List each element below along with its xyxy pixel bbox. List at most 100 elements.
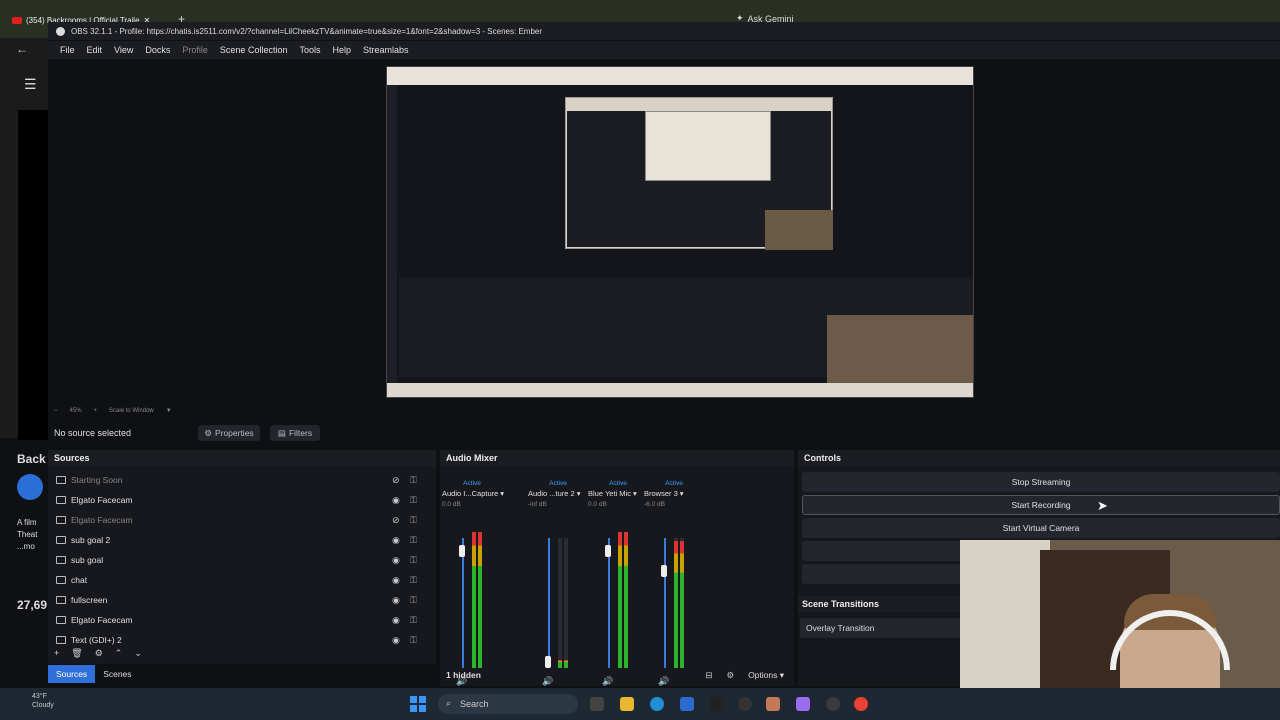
visibility-eye-icon[interactable]: ◉: [392, 575, 400, 586]
file-explorer-icon[interactable]: [620, 697, 634, 711]
visibility-eye-icon[interactable]: ◉: [392, 535, 400, 546]
chevron-down-icon[interactable]: ▼: [166, 408, 172, 414]
add-icon[interactable]: +: [54, 648, 59, 658]
visibility-eye-icon[interactable]: ◉: [392, 595, 400, 606]
level-meter: [558, 538, 562, 668]
lock-icon[interactable]: ⚿: [410, 535, 417, 546]
menu-docks[interactable]: Docks: [139, 45, 176, 55]
trash-icon[interactable]: 🗑: [71, 648, 82, 659]
move-down-icon[interactable]: ⌄: [134, 648, 142, 659]
source-item[interactable]: fullscreen ◉ ⚿: [48, 590, 436, 610]
app-icon-4[interactable]: [826, 697, 840, 711]
page-text: Theat: [17, 530, 38, 539]
menu-help[interactable]: Help: [326, 45, 357, 55]
zoom-minus[interactable]: −: [54, 408, 58, 414]
menu-view[interactable]: View: [108, 45, 139, 55]
volume-fader[interactable]: [608, 538, 610, 668]
mouse-cursor-icon: ➤: [1097, 498, 1108, 513]
zoom-plus[interactable]: +: [94, 408, 98, 414]
visibility-eye-icon[interactable]: ◉: [392, 495, 400, 506]
task-view-icon[interactable]: [590, 697, 604, 711]
level-meter-fill: [478, 531, 482, 668]
page-video-strip: [18, 110, 48, 440]
app-icon-3[interactable]: [796, 697, 810, 711]
gear-icon[interactable]: ⚙: [95, 648, 103, 659]
windows-start-icon[interactable]: [410, 696, 426, 712]
volume-fader[interactable]: [664, 538, 666, 668]
lock-icon[interactable]: ⚿: [410, 595, 417, 606]
lock-icon[interactable]: ⚿: [410, 615, 417, 626]
mixer-settings-icon[interactable]: ⚙: [726, 670, 734, 681]
tab-sources[interactable]: Sources: [48, 665, 96, 683]
source-item[interactable]: sub goal 2 ◉ ⚿: [48, 530, 436, 550]
lock-icon[interactable]: ⚿: [410, 575, 417, 586]
visibility-eye-icon[interactable]: ⊘: [392, 515, 400, 526]
menu-scene-collection[interactable]: Scene Collection: [214, 45, 294, 55]
channel-name[interactable]: Audio I...Capture ▾: [442, 489, 514, 498]
menu-streamlabs[interactable]: Streamlabs: [357, 45, 415, 55]
hidden-count[interactable]: 1 hidden: [440, 670, 481, 680]
lock-icon[interactable]: ⚿: [410, 515, 417, 526]
menu-profile[interactable]: Profile: [176, 45, 214, 55]
properties-button[interactable]: ⚙ Properties: [198, 425, 260, 441]
channel-name[interactable]: Browser 3 ▾: [644, 489, 716, 498]
menu-file[interactable]: File: [54, 45, 81, 55]
start-recording-button[interactable]: Start Recording: [802, 495, 1280, 515]
gear-icon: ⚙: [204, 427, 212, 438]
chevron-down-icon: ▾: [679, 489, 684, 498]
preview-taskbar: [387, 383, 973, 397]
preview-canvas[interactable]: [386, 66, 974, 398]
store-icon[interactable]: [680, 697, 694, 711]
visibility-eye-icon[interactable]: ⊘: [392, 475, 400, 486]
menu-tools[interactable]: Tools: [293, 45, 326, 55]
sources-toolbar: + 🗑 ⚙ ⌃ ⌄: [48, 644, 436, 662]
source-item[interactable]: Elgato Facecam ◉ ⚿: [48, 490, 436, 510]
fader-knob[interactable]: [605, 545, 611, 557]
page-text: Back: [17, 452, 46, 466]
source-item[interactable]: chat ◉ ⚿: [48, 570, 436, 590]
lock-icon[interactable]: ⚿: [410, 495, 417, 506]
tab-scenes[interactable]: Scenes: [95, 665, 139, 683]
lock-icon[interactable]: ⚿: [410, 475, 417, 486]
fader-knob[interactable]: [661, 564, 667, 577]
move-up-icon[interactable]: ⌃: [115, 648, 123, 659]
level-meter: [674, 538, 678, 668]
channel-avatar[interactable]: [17, 474, 43, 500]
app-icon[interactable]: [710, 697, 724, 711]
visibility-eye-icon[interactable]: ◉: [392, 615, 400, 626]
source-item[interactable]: Elgato Facecam ◉ ⚿: [48, 610, 436, 630]
preview-nested-window-2: [645, 111, 771, 181]
transition-select[interactable]: Overlay Transition: [800, 618, 960, 638]
source-type-icon: [56, 576, 66, 584]
source-item[interactable]: Starting Soon ⊘ ⚿: [48, 470, 436, 490]
obs-taskbar-icon[interactable]: [738, 697, 752, 711]
active-label: Active: [665, 480, 683, 487]
source-item[interactable]: sub goal ◉ ⚿: [48, 550, 436, 570]
menu-icon[interactable]: ☰: [24, 76, 37, 93]
edge-icon[interactable]: [650, 697, 664, 711]
obs-menubar: File Edit View Docks Profile Scene Colle…: [48, 41, 1280, 59]
options-button[interactable]: Options ▾: [748, 670, 784, 681]
start-virtual-camera-button[interactable]: Start Virtual Camera: [802, 518, 1280, 538]
volume-fader[interactable]: [462, 538, 464, 668]
menu-edit[interactable]: Edit: [81, 45, 109, 55]
scale-to-window[interactable]: Scale to Window: [109, 408, 154, 414]
page-text: ...mo: [17, 542, 35, 551]
sources-list: Starting Soon ⊘ ⚿ Elgato Facecam ◉ ⚿ Elgato Fa…: [48, 470, 436, 650]
back-arrow-icon[interactable]: ←: [16, 42, 28, 56]
chrome-icon[interactable]: [854, 697, 868, 711]
layout-icon[interactable]: ⊟: [705, 670, 712, 681]
filters-button[interactable]: ▤ Filters: [270, 425, 320, 441]
app-icon-2[interactable]: [766, 697, 780, 711]
stop-streaming-button[interactable]: Stop Streaming: [802, 472, 1280, 492]
source-item[interactable]: Elgato Facecam ⊘ ⚿: [48, 510, 436, 530]
preview-browser-bar: [387, 67, 973, 85]
taskbar-search[interactable]: ⌕ Search: [438, 694, 578, 714]
weather-widget[interactable]: 43°F Cloudy: [32, 692, 54, 710]
volume-fader[interactable]: [548, 538, 550, 668]
fader-knob[interactable]: [459, 545, 465, 557]
visibility-eye-icon[interactable]: ◉: [392, 555, 400, 566]
lock-icon[interactable]: ⚿: [410, 555, 417, 566]
level-meter-fill: [674, 540, 678, 668]
zoom-bar: − 45% + Scale to Window ▼: [48, 404, 1280, 418]
